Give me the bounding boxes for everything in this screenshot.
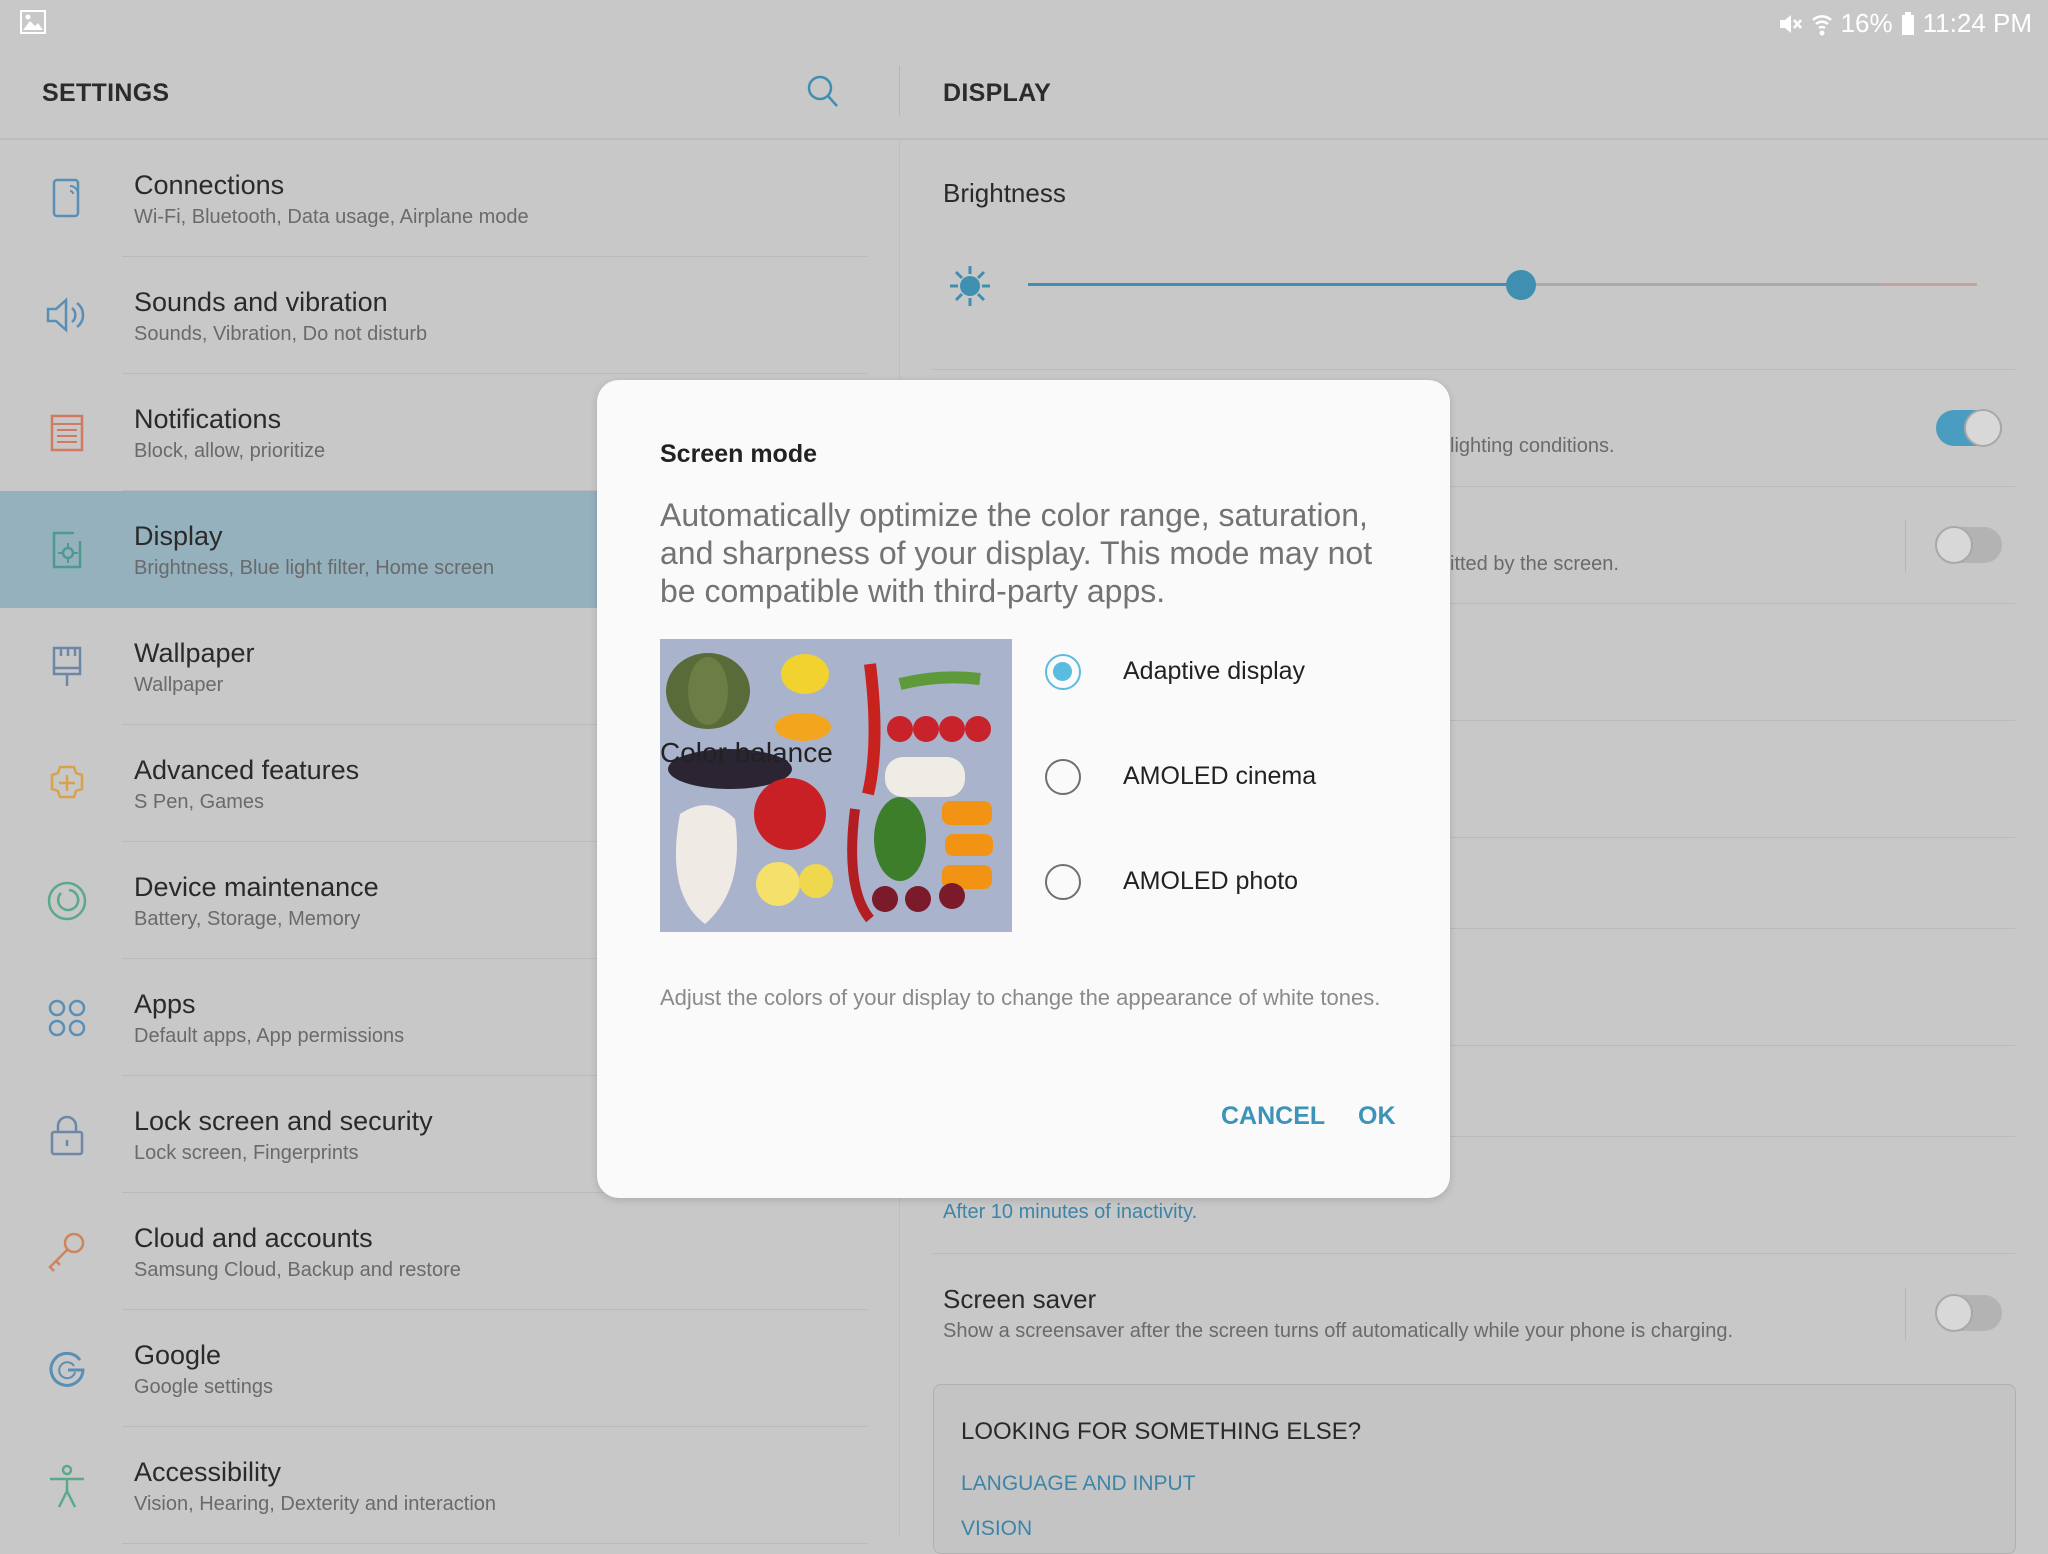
- divider: [899, 66, 900, 116]
- connections-icon: [52, 178, 80, 218]
- toggle-knob[interactable]: [1935, 1294, 1973, 1332]
- sidebar-item-title: Cloud and accounts: [134, 1223, 373, 1253]
- brightness-icon: [950, 266, 990, 306]
- battery-icon: [1901, 11, 1914, 35]
- vegetables-preview-image: [660, 639, 1012, 932]
- sidebar-item-subtitle: S Pen, Games: [134, 791, 265, 813]
- color-balance-title[interactable]: Color balance: [660, 737, 833, 769]
- google-icon: [49, 1351, 85, 1387]
- brightness-label: Brightness: [943, 178, 1066, 208]
- sidebar-item-title: Apps: [134, 989, 196, 1019]
- screen-timeout-value[interactable]: After 10 minutes of inactivity.: [943, 1201, 1197, 1224]
- sidebar-item-google[interactable]: Google Google settings: [0, 1310, 899, 1427]
- color-balance-desc: Adjust the colors of your display to cha…: [660, 985, 1381, 1010]
- display-title: DISPLAY: [943, 79, 1052, 107]
- option-label[interactable]: AMOLED photo: [1123, 867, 1298, 896]
- radio-amoled-cinema[interactable]: [1045, 759, 1081, 795]
- accessibility-icon: [50, 1464, 84, 1508]
- looking-for-card: LOOKING FOR SOMETHING ELSE? LANGUAGE AND…: [933, 1384, 2016, 1554]
- mute-icon: [1779, 14, 1802, 33]
- sidebar-item-title: Google: [134, 1340, 222, 1370]
- link-language-input[interactable]: LANGUAGE AND INPUT: [961, 1472, 1196, 1496]
- sidebar-item-subtitle: Lock screen, Fingerprints: [134, 1142, 359, 1164]
- blue-light-desc: itted by the screen.: [1450, 553, 1619, 575]
- sidebar-item-title: Notifications: [134, 404, 282, 434]
- cancel-button[interactable]: CANCEL: [1221, 1102, 1325, 1131]
- battery-percent: 16%: [1840, 8, 1893, 38]
- sidebar-item-title: Advanced features: [134, 755, 360, 785]
- sidebar-item-title: Accessibility: [134, 1457, 282, 1487]
- sidebar-item-title: Wallpaper: [134, 638, 255, 668]
- option-label[interactable]: AMOLED cinema: [1123, 762, 1316, 791]
- maintenance-icon: [47, 881, 87, 921]
- ok-button[interactable]: OK: [1358, 1102, 1396, 1131]
- sidebar-item-subtitle: Battery, Storage, Memory: [134, 908, 361, 930]
- toggle-knob[interactable]: [1935, 526, 1973, 564]
- brightness-fill: [1028, 283, 1522, 286]
- image-icon: [20, 10, 46, 34]
- brightness-high-zone: [1882, 283, 1977, 286]
- sidebar-item-subtitle: Default apps, App permissions: [134, 1025, 405, 1047]
- divider: [1905, 1288, 1906, 1340]
- brightness-thumb[interactable]: [1506, 270, 1537, 300]
- sidebar-item-title: Display: [134, 521, 223, 551]
- brightness-slider[interactable]: [1028, 270, 1977, 300]
- sidebar-item-accessibility[interactable]: Accessibility Vision, Hearing, Dexterity…: [0, 1427, 899, 1544]
- dialog-title: Screen mode: [660, 440, 818, 468]
- sidebar-item-subtitle: Wallpaper: [134, 674, 224, 696]
- wifi-icon: [1811, 14, 1832, 35]
- sidebar-item-title: Sounds and vibration: [134, 287, 388, 317]
- sidebar-item-cloud-and-accounts[interactable]: Cloud and accounts Samsung Cloud, Backup…: [0, 1193, 899, 1310]
- header: SETTINGS DISPLAY: [0, 46, 2048, 140]
- clock: 11:24 PM: [1922, 8, 2032, 38]
- screen-saver-toggle[interactable]: [1935, 1294, 2002, 1332]
- screen-saver-title[interactable]: Screen saver: [943, 1284, 1096, 1315]
- apps-icon: [48, 999, 86, 1037]
- sidebar-item-subtitle: Block, allow, prioritize: [134, 440, 326, 462]
- radio-adaptive-display[interactable]: [1045, 654, 1081, 690]
- sidebar-item-subtitle: Google settings: [134, 1376, 273, 1398]
- sidebar-item-connections[interactable]: Connections Wi-Fi, Bluetooth, Data usage…: [0, 140, 899, 257]
- sidebar-item-title: Lock screen and security: [134, 1106, 433, 1136]
- sidebar-item-subtitle: Sounds, Vibration, Do not disturb: [134, 323, 428, 345]
- sidebar-item-subtitle: Vision, Hearing, Dexterity and interacti…: [134, 1493, 497, 1515]
- auto-brightness-desc: lighting conditions.: [1450, 435, 1615, 457]
- notifications-icon: [50, 414, 84, 452]
- sidebar-item-subtitle: Wi-Fi, Bluetooth, Data usage, Airplane m…: [134, 206, 529, 228]
- screen-saver-desc: Show a screensaver after the screen turn…: [943, 1320, 1734, 1342]
- divider: [933, 369, 2015, 370]
- speaker-icon: [46, 297, 85, 333]
- toggle-knob[interactable]: [1964, 409, 2002, 447]
- puzzle-gear-icon: [50, 765, 84, 799]
- divider: [122, 1543, 867, 1544]
- settings-title: SETTINGS: [42, 79, 170, 107]
- blue-light-toggle[interactable]: [1935, 526, 2002, 564]
- sidebar-item-subtitle: Brightness, Blue light filter, Home scre…: [134, 557, 495, 579]
- divider: [1905, 520, 1906, 572]
- sidebar-item-sounds-and-vibration[interactable]: Sounds and vibration Sounds, Vibration, …: [0, 257, 899, 374]
- sidebar-item-title: Connections: [134, 170, 285, 200]
- display-icon: [52, 531, 82, 569]
- option-label[interactable]: Adaptive display: [1123, 657, 1305, 686]
- wallpaper-brush-icon: [52, 646, 82, 686]
- sidebar-item-title: Device maintenance: [134, 872, 379, 902]
- key-icon: [48, 1232, 85, 1272]
- link-vision[interactable]: VISION: [961, 1517, 1032, 1541]
- looking-title: LOOKING FOR SOMETHING ELSE?: [961, 1418, 1362, 1445]
- radio-amoled-photo[interactable]: [1045, 864, 1081, 900]
- lock-icon: [50, 1115, 84, 1156]
- auto-brightness-toggle[interactable]: [1936, 409, 2002, 447]
- dialog-description: Automatically optimize the color range, …: [660, 497, 1373, 609]
- divider: [933, 1253, 2015, 1254]
- screen-mode-dialog: Screen mode Automatically optimize the c…: [597, 380, 1450, 1198]
- sidebar-item-subtitle: Samsung Cloud, Backup and restore: [134, 1259, 461, 1281]
- search-icon[interactable]: [806, 74, 840, 110]
- status-bar: 16% 11:24 PM: [0, 0, 2048, 46]
